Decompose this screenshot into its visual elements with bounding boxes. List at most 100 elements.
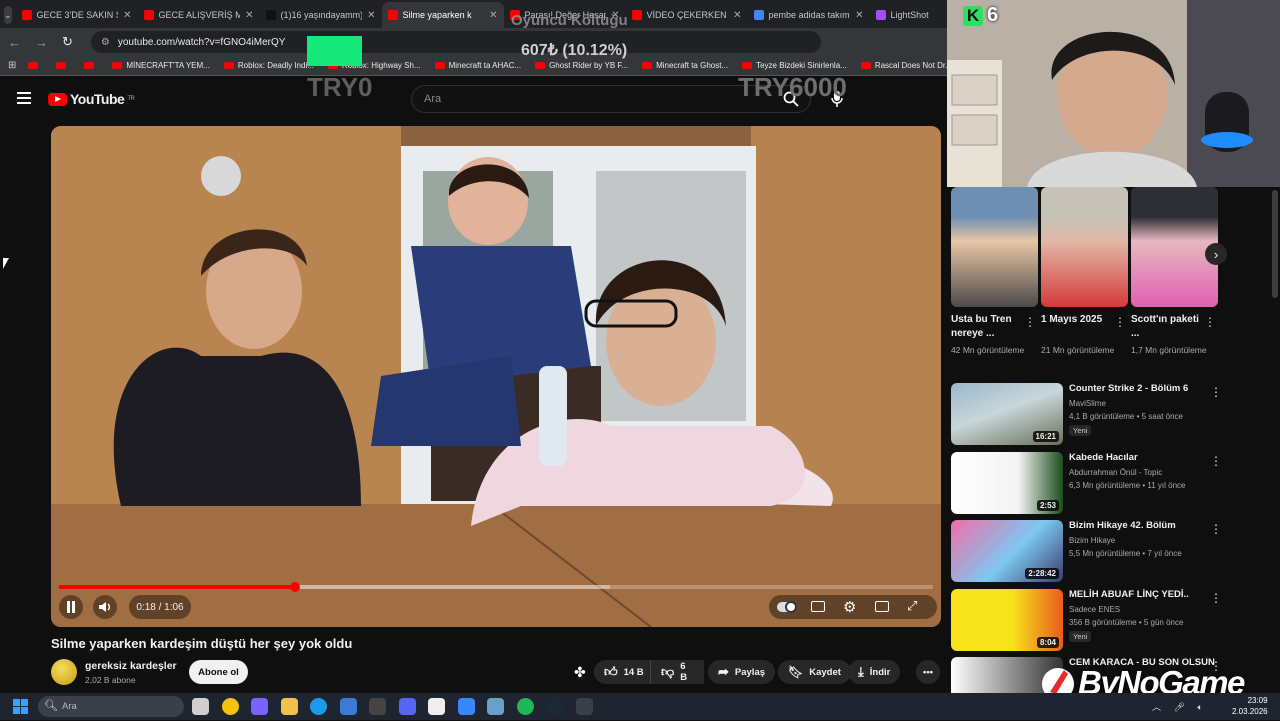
windows-start-icon[interactable]: [13, 699, 28, 714]
short-title[interactable]: Usta bu Tren nereye ...: [951, 313, 1023, 341]
autoplay-toggle[interactable]: [777, 601, 797, 613]
shorts-next-button[interactable]: ›: [1205, 243, 1227, 265]
more-actions-button[interactable]: •••: [916, 660, 940, 684]
short-thumbnail[interactable]: [1131, 187, 1218, 307]
copilot-icon[interactable]: [251, 698, 268, 715]
store-icon[interactable]: [339, 698, 357, 715]
sparkle-icon[interactable]: ✤: [574, 664, 586, 681]
video-title[interactable]: Bizim Hikaye 42. Bölüm: [1069, 520, 1219, 531]
vpn-icon[interactable]: [457, 698, 475, 715]
file-explorer-icon[interactable]: [280, 698, 298, 715]
tab-close-icon[interactable]: ✕: [489, 10, 497, 21]
subtitles-icon[interactable]: [811, 601, 825, 612]
video-thumbnail[interactable]: 2:28:42: [951, 520, 1063, 582]
short-menu-icon[interactable]: ⋮: [1114, 315, 1126, 329]
video-thumbnail[interactable]: 16:21: [951, 383, 1063, 445]
reload-icon[interactable]: ↻: [62, 34, 73, 50]
tab-list-menu-button[interactable]: ⌄: [4, 6, 12, 24]
scrubber-handle[interactable]: [289, 582, 300, 592]
apps-grid-icon[interactable]: ⊞: [8, 60, 16, 71]
tab-close-icon[interactable]: ✕: [367, 10, 375, 21]
channel-avatar[interactable]: [51, 659, 77, 685]
browser-tab[interactable]: GECE 3'DE SAKIN ŞİR ✕: [16, 2, 138, 28]
clock-date: 2.03.2026: [1232, 707, 1268, 716]
video-title[interactable]: Kabede Hacılar: [1069, 452, 1219, 463]
download-button[interactable]: ⤓ İndir: [848, 660, 901, 684]
video-menu-icon[interactable]: ⋮: [1210, 522, 1222, 536]
recommended-video[interactable]: 8:04 MELİH ABUAF LİNÇ YEDİ.. Sadece ENES 35…: [951, 588, 1251, 653]
video-menu-icon[interactable]: ⋮: [1210, 385, 1222, 399]
steam-icon[interactable]: [546, 698, 563, 715]
app-icon[interactable]: [575, 698, 593, 715]
browser-tab[interactable]: pembe adidas takım ✕: [748, 2, 870, 28]
discord-icon[interactable]: [398, 698, 416, 715]
recommended-video[interactable]: 2:28:42 Bizim Hikaye 42. Bölüm Bizim Hikay…: [951, 520, 1251, 584]
miniplayer-icon[interactable]: [875, 601, 889, 612]
short-title[interactable]: 1 Mayıs 2025: [1041, 313, 1113, 327]
system-clock[interactable]: 23:09 2.03.2026: [1232, 695, 1268, 717]
hamburger-menu-icon[interactable]: [17, 92, 31, 107]
back-icon[interactable]: ←: [8, 35, 21, 50]
browser-tab[interactable]: (1)16 yaşındayamm) ✕: [260, 2, 382, 28]
tab-close-icon[interactable]: ✕: [123, 10, 131, 21]
tab-close-icon[interactable]: ✕: [733, 10, 741, 21]
url-field[interactable]: ⚙ youtube.com/watch?v=fGNO4iMerQY: [90, 31, 821, 53]
settings-gear-icon[interactable]: ⚙: [843, 598, 856, 616]
browser-tab[interactable]: GECE ALIŞVERİŞ MER ✕: [138, 2, 260, 28]
taskbar-search-input[interactable]: Ara: [38, 696, 184, 717]
browser-tab[interactable]: VİDEO ÇEKERKEN KA ✕: [626, 2, 748, 28]
bookmark-item[interactable]: Roblox: Deadly Indi...: [223, 61, 314, 70]
app-icon[interactable]: [369, 698, 386, 715]
recommended-video[interactable]: 16:21 Counter Strike 2 - Bölüm 6 MaviSlime…: [951, 383, 1251, 447]
video-thumbnail[interactable]: 2:53: [951, 451, 1063, 514]
bookmark-item[interactable]: Minecraft ta AHAC...: [434, 61, 521, 70]
spotify-icon[interactable]: [516, 698, 534, 715]
dislike-button[interactable]: 👎︎ 6 B: [650, 660, 704, 684]
video-thumbnail[interactable]: 8:04: [951, 588, 1063, 651]
bookmark-item[interactable]: Rascal Does Not Dr...: [860, 61, 947, 70]
video-player[interactable]: [51, 126, 941, 627]
save-button[interactable]: 🔖︎ Kaydet: [778, 660, 851, 684]
video-menu-icon[interactable]: ⋮: [1210, 591, 1222, 605]
video-menu-icon[interactable]: ⋮: [1210, 454, 1222, 468]
channel-name[interactable]: gereksiz kardeşler: [85, 660, 177, 672]
channel-name[interactable]: Sadece ENES: [1069, 605, 1120, 614]
bookmark-item[interactable]: Ghost Rider by YB F...: [535, 61, 628, 70]
site-info-icon[interactable]: ⚙: [101, 37, 110, 48]
share-button[interactable]: ➦ Paylaş: [708, 660, 776, 684]
video-title[interactable]: Counter Strike 2 - Bölüm 6: [1069, 383, 1219, 394]
bookmark-item[interactable]: [56, 61, 70, 70]
bookmark-item[interactable]: MİNECRAFT'TA YEM...: [112, 61, 210, 70]
recommended-video[interactable]: 2:53 Kabede Hacılar Abdurrahman Önül - Top…: [951, 451, 1251, 516]
bookmark-item[interactable]: [84, 61, 98, 70]
tab-close-icon[interactable]: ✕: [855, 10, 863, 21]
video-title[interactable]: MELİH ABUAF LİNÇ YEDİ..: [1069, 589, 1219, 600]
video-progress-bar[interactable]: [59, 582, 933, 592]
bookmark-item[interactable]: Minecraft ta Ghost...: [642, 61, 728, 70]
short-thumbnail[interactable]: [951, 187, 1038, 307]
channel-name[interactable]: MaviSlime: [1069, 399, 1106, 408]
pause-button[interactable]: [59, 595, 83, 619]
youtube-logo[interactable]: YouTube TR: [48, 91, 135, 107]
short-menu-icon[interactable]: ⋮: [1204, 315, 1216, 329]
fullscreen-icon[interactable]: ⤢: [907, 598, 917, 614]
short-thumbnail[interactable]: [1041, 187, 1128, 307]
volume-button[interactable]: [93, 595, 117, 619]
system-tray-icons[interactable]: ︿ 🎤︎ 🔈︎: [1152, 700, 1208, 713]
browser-tab[interactable]: Silme yaparken k ✕: [381, 2, 504, 28]
bookmark-item[interactable]: Teyze Bizdeki Sinirlenla...: [742, 61, 847, 70]
edge-icon[interactable]: [310, 698, 327, 715]
capcut-icon[interactable]: [428, 698, 445, 715]
channel-name[interactable]: Abdurrahman Önül - Topic: [1069, 468, 1162, 477]
bookmark-item[interactable]: [28, 61, 42, 70]
sidebar-scrollbar[interactable]: [1272, 190, 1278, 298]
task-view-icon[interactable]: [192, 698, 209, 715]
tab-close-icon[interactable]: ✕: [245, 10, 253, 21]
channel-name[interactable]: Bizim Hikaye: [1069, 536, 1115, 545]
forward-icon[interactable]: →: [35, 35, 48, 50]
chrome-icon[interactable]: [221, 698, 239, 715]
app-icon[interactable]: [487, 698, 504, 715]
short-title[interactable]: Scott'ın paketi ...: [1131, 313, 1203, 341]
short-menu-icon[interactable]: ⋮: [1024, 315, 1036, 329]
subscribe-button[interactable]: Abone ol: [189, 660, 248, 684]
